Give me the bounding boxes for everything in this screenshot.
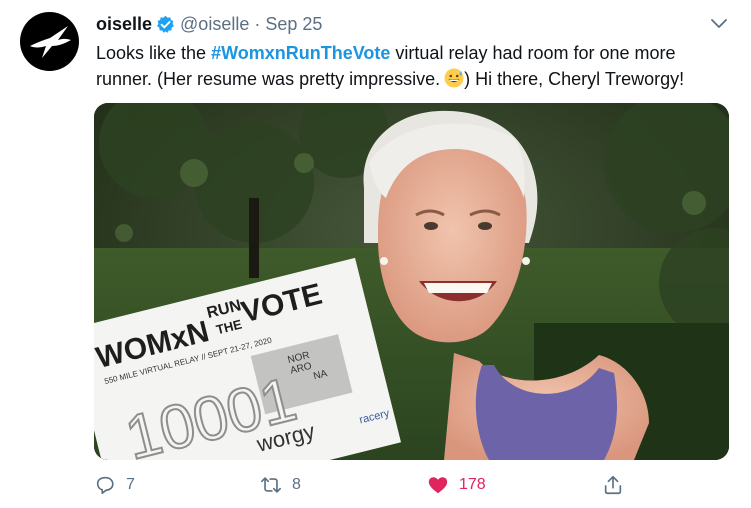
chevron-down-icon[interactable] [709,14,729,34]
avatar[interactable] [20,12,79,71]
retweet-button[interactable]: 8 [260,470,301,500]
tweet-header: oiselle @oiselle · Sep 25 [96,12,322,36]
reply-count: 7 [126,476,135,493]
tweet-photo[interactable]: WOMxN RUN THE VOTE 550 MILE VIRTUAL RELA… [94,103,729,460]
grinning-sweat-emoji-icon [444,68,464,88]
author-handle[interactable]: @oiselle [180,14,249,35]
tweet-text-start: Looks like the [96,43,212,63]
share-button[interactable] [602,470,624,500]
like-button[interactable]: 178 [427,470,486,500]
hashtag-link[interactable]: #WomxnRunTheVote [211,43,390,63]
heart-icon [428,477,448,494]
meta-separator: · [254,13,261,34]
tweet-text: Looks like the #WomxnRunTheVote virtual … [96,40,736,92]
bird-logo-icon [29,25,71,58]
reply-icon [96,476,114,495]
retweet-count: 8 [292,476,301,493]
tweet-text-end: ) Hi there, Cheryl Treworgy! [464,69,685,89]
verified-badge-icon [156,15,175,34]
share-icon [604,475,622,495]
reply-button[interactable]: 7 [94,470,135,500]
author-name[interactable]: oiselle [96,14,152,35]
retweet-icon [261,477,281,493]
tweet-actions: 7 8 178 [94,470,734,500]
tweet-date[interactable]: Sep 25 [265,14,322,35]
like-count: 178 [459,476,486,493]
